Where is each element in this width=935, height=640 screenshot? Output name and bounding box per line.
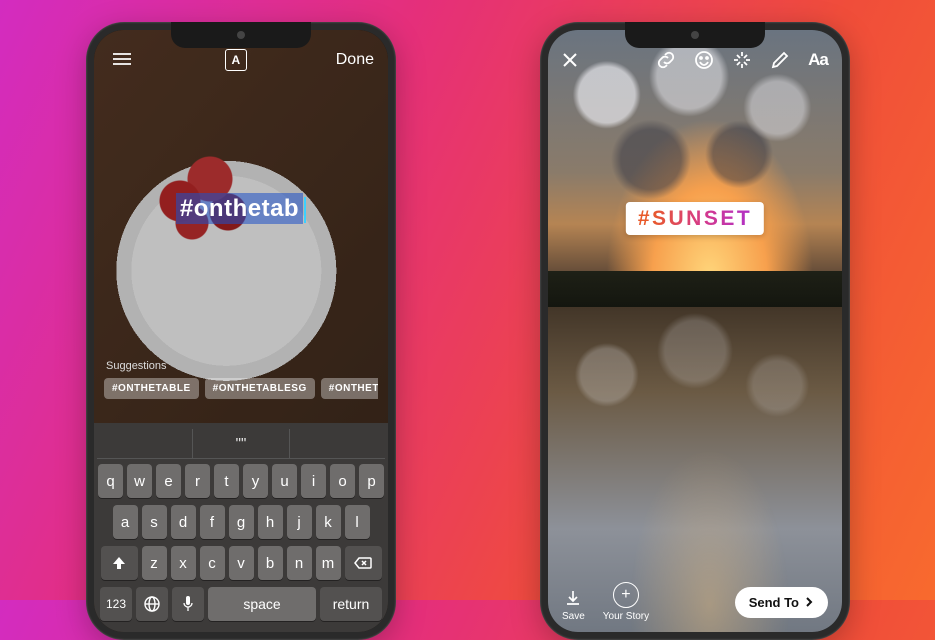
link-button[interactable] [654,48,678,72]
text-button[interactable]: Aa [806,48,830,72]
key-q[interactable]: q [98,464,123,498]
effects-button[interactable] [730,48,754,72]
keyboard-row-4: 123 space return [97,587,385,621]
key-e[interactable]: e [156,464,181,498]
key-c[interactable]: c [200,546,225,580]
key-shift[interactable] [101,546,138,580]
sticker-button[interactable] [692,48,716,72]
your-story-button[interactable]: + Your Story [603,582,649,622]
candidate[interactable] [290,429,385,458]
key-u[interactable]: u [272,464,297,498]
key-v[interactable]: v [229,546,254,580]
mic-icon [182,595,194,613]
keyboard-row-1: q w e r t y u i o p [97,464,385,498]
plus-circle-icon: + [613,582,639,608]
key-backspace[interactable] [345,546,382,580]
done-button[interactable]: Done [336,51,374,69]
key-z[interactable]: z [142,546,167,580]
suggestion-chip[interactable]: #ONTHETABLESG [205,378,315,399]
suggestion-chip[interactable]: #ONTHETAB [321,378,378,399]
key-r[interactable]: r [185,464,210,498]
send-to-button[interactable]: Send To [735,587,828,618]
pencil-icon [769,49,791,71]
link-icon [655,49,677,71]
key-g[interactable]: g [229,505,254,539]
save-label: Save [562,611,585,622]
key-f[interactable]: f [200,505,225,539]
your-story-label: Your Story [603,611,649,622]
globe-icon [143,595,161,613]
key-i[interactable]: i [301,464,326,498]
phone-notch [171,22,311,48]
save-button[interactable]: Save [562,588,585,622]
key-x[interactable]: x [171,546,196,580]
keyboard-candidate-bar: "" [97,429,385,459]
hashtag-text: #onthetab [176,193,303,224]
keyboard-row-2: a s d f g h j k l [97,505,385,539]
sticker-icon [693,49,715,71]
download-icon [563,588,583,608]
phone-right: Aa #SUNSET Save + Your Story Send To [540,22,850,640]
suggestions-label: Suggestions [104,360,378,372]
suggestion-chip[interactable]: #ONTHETABLE [104,378,199,399]
key-a[interactable]: a [113,505,138,539]
keyboard-row-3: z x c v b n m [97,546,385,580]
key-return[interactable]: return [320,587,382,621]
key-emoji[interactable] [136,587,168,621]
key-space[interactable]: space [208,587,316,621]
hashtag-sticker[interactable]: #SUNSET [626,202,764,235]
backspace-icon [354,556,372,570]
software-keyboard: "" q w e r t y u i o p a s d f g h [94,423,388,632]
hashtag-hash: # [638,207,652,230]
key-l[interactable]: l [345,505,370,539]
key-dictation[interactable] [172,587,204,621]
chevron-right-icon [804,597,814,607]
text-align-button[interactable] [108,46,136,74]
key-b[interactable]: b [258,546,283,580]
send-to-label: Send To [749,595,799,610]
shift-icon [111,555,127,571]
story-editor-screen: A Done #onthetab Suggestions #ONTHETABLE… [94,30,388,632]
hashtag-text-input[interactable]: #onthetab [94,195,388,223]
photo-water [548,289,842,632]
candidate[interactable] [97,429,193,458]
key-w[interactable]: w [127,464,152,498]
phone-left: A Done #onthetab Suggestions #ONTHETABLE… [86,22,396,640]
key-s[interactable]: s [142,505,167,539]
candidate[interactable]: "" [193,429,289,458]
story-tools: Aa [654,48,830,72]
key-y[interactable]: y [243,464,268,498]
hashtag-word: SUNSET [652,207,752,230]
close-button[interactable] [560,50,580,70]
suggestions-panel: Suggestions #ONTHETABLE #ONTHETABLESG #O… [94,360,388,399]
font-style-button[interactable]: A [225,49,247,71]
align-glyph: A [232,53,241,67]
photo-treeline [548,271,842,307]
story-preview-screen: Aa #SUNSET Save + Your Story Send To [548,30,842,632]
key-n[interactable]: n [287,546,312,580]
key-t[interactable]: t [214,464,239,498]
align-icon [111,51,133,69]
key-h[interactable]: h [258,505,283,539]
bottom-left-group: Save + Your Story [562,582,649,622]
key-j[interactable]: j [287,505,312,539]
story-bottom-bar: Save + Your Story Send To [548,582,842,622]
close-icon [560,50,580,70]
draw-button[interactable] [768,48,792,72]
key-d[interactable]: d [171,505,196,539]
key-k[interactable]: k [316,505,341,539]
suggestion-chips: #ONTHETABLE #ONTHETABLESG #ONTHETAB # [104,378,378,399]
key-numbers[interactable]: 123 [100,587,132,621]
key-o[interactable]: o [330,464,355,498]
phone-notch [625,22,765,48]
key-p[interactable]: p [359,464,384,498]
key-m[interactable]: m [316,546,341,580]
sparkle-icon [731,49,753,71]
text-cursor [304,197,306,223]
